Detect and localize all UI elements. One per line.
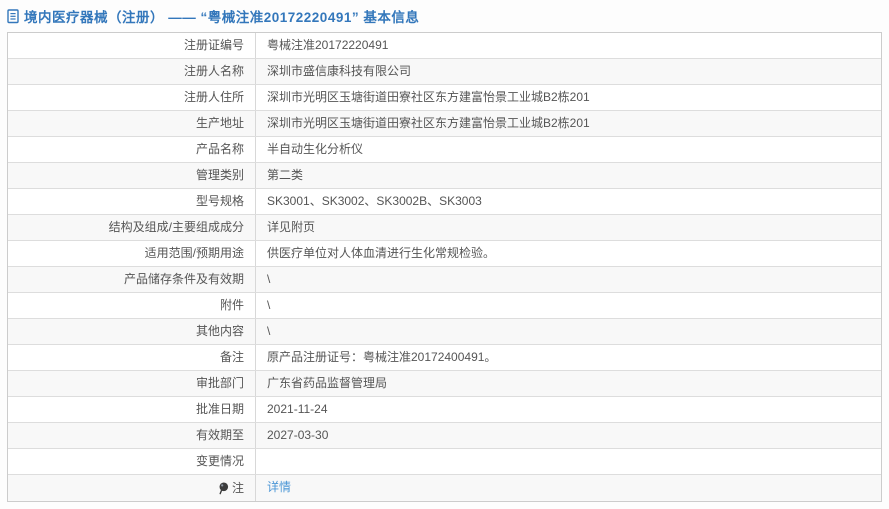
row-label-text: 注: [231, 480, 244, 495]
row-label: 审批部门: [8, 371, 256, 396]
table-row-approval-date: 批准日期 2021-11-24: [8, 397, 881, 423]
table-row-other-content: 其他内容 \: [8, 319, 881, 345]
row-value: 广东省药品监督管理局: [267, 376, 388, 390]
table-row-valid-until: 有效期至 2027-03-30: [8, 423, 881, 449]
row-value: 深圳市光明区玉塘街道田寮社区东方建富怡景工业城B2栋201: [267, 90, 590, 104]
row-value: \: [267, 272, 271, 286]
row-value: SK3001、SK3002、SK3002B、SK3003: [267, 194, 482, 208]
table-row-management-class: 管理类别 第二类: [8, 163, 881, 189]
row-value: 深圳市光明区玉塘街道田寮社区东方建富怡景工业城B2栋201: [267, 116, 590, 130]
row-label: 适用范围/预期用途: [8, 241, 256, 266]
row-value: \: [267, 324, 271, 338]
row-value: 粤械注准20172220491: [267, 38, 389, 52]
row-value: [256, 449, 881, 474]
row-label: 结构及组成/主要组成成分: [8, 215, 256, 240]
table-row-production-address: 生产地址 深圳市光明区玉塘街道田寮社区东方建富怡景工业城B2栋201: [8, 111, 881, 137]
table-row-product-name: 产品名称 半自动生化分析仪: [8, 137, 881, 163]
table-row-intended-use: 适用范围/预期用途 供医疗单位对人体血清进行生化常规检验。: [8, 241, 881, 267]
row-value: 详见附页: [267, 220, 316, 234]
row-label: 其他内容: [8, 319, 256, 344]
table-row-attachment: 附件 \: [8, 293, 881, 319]
page-title: 境内医疗器械（注册） —— “粤械注准20172220491” 基本信息: [24, 10, 420, 25]
table-row-registrant-name: 注册人名称 深圳市盛信康科技有限公司: [8, 59, 881, 85]
table-row-storage-validity: 产品储存条件及有效期 \: [8, 267, 881, 293]
row-label: 附件: [8, 293, 256, 318]
row-value: 原产品注册证号：粤械注准20172400491。: [267, 350, 497, 364]
table-row-reg-number: 注册证编号 粤械注准20172220491: [8, 33, 881, 59]
row-label: 生产地址: [8, 111, 256, 136]
row-value: 半自动生化分析仪: [267, 142, 364, 156]
row-value: 供医疗单位对人体血清进行生化常规检验。: [267, 246, 496, 260]
row-label: 有效期至: [8, 423, 256, 448]
page: 境内医疗器械（注册） —— “粤械注准20172220491” 基本信息 注册证…: [0, 0, 889, 509]
row-label: 管理类别: [8, 163, 256, 188]
table-row-approval-department: 审批部门 广东省药品监督管理局: [8, 371, 881, 397]
detail-link[interactable]: 详情: [267, 480, 291, 494]
row-value: 详情: [256, 475, 881, 501]
row-label: 产品名称: [8, 137, 256, 162]
info-table: 注册证编号 粤械注准20172220491 注册人名称 深圳市盛信康科技有限公司…: [7, 32, 882, 502]
row-label: 产品储存条件及有效期: [8, 267, 256, 292]
row-label: 注册人名称: [8, 59, 256, 84]
table-row-remarks: 备注 原产品注册证号：粤械注准20172400491。: [8, 345, 881, 371]
table-row-registrant-address: 注册人住所 深圳市光明区玉塘街道田寮社区东方建富怡景工业城B2栋201: [8, 85, 881, 111]
page-header: 境内医疗器械（注册） —— “粤械注准20172220491” 基本信息: [0, 0, 889, 32]
row-value: 深圳市盛信康科技有限公司: [267, 64, 412, 78]
row-label: 备注: [8, 345, 256, 370]
row-label: 型号规格: [8, 189, 256, 214]
row-label: 注册人住所: [8, 85, 256, 110]
row-value: 2027-03-30: [267, 428, 329, 442]
row-value: \: [267, 298, 271, 312]
table-row-note: 注 详情: [8, 475, 881, 501]
row-label: 注册证编号: [8, 33, 256, 58]
row-value: 2021-11-24: [267, 402, 328, 416]
table-row-structure-composition: 结构及组成/主要组成成分 详见附页: [8, 215, 881, 241]
table-row-model-spec: 型号规格 SK3001、SK3002、SK3002B、SK3003: [8, 189, 881, 215]
row-label: 批准日期: [8, 397, 256, 422]
row-value: 第二类: [267, 168, 304, 182]
row-label: 变更情况: [8, 449, 256, 474]
table-row-change-status: 变更情况: [8, 449, 881, 475]
bulb-icon: [218, 482, 229, 495]
row-label: 注: [8, 475, 256, 501]
document-icon: [7, 8, 20, 24]
